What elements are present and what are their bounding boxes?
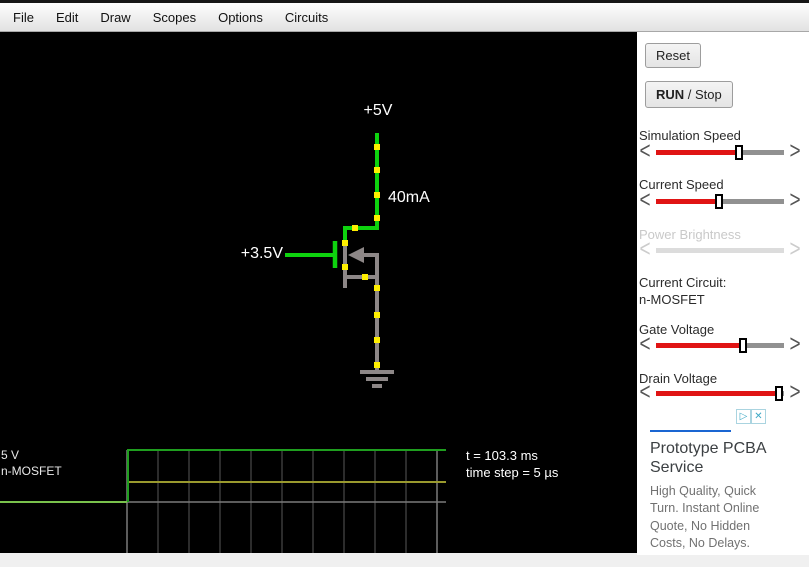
- menu-scopes[interactable]: Scopes: [153, 10, 196, 25]
- drain-supply-wire[interactable]: [343, 133, 379, 241]
- current-speed-slider[interactable]: < >: [637, 189, 803, 213]
- stop-label: / Stop: [684, 87, 722, 102]
- ad-divider: [650, 430, 731, 432]
- slider-left-arrow-icon[interactable]: <: [637, 333, 653, 357]
- slider-fill: [656, 390, 781, 396]
- circuit-simulator-app: File Edit Draw Scopes Options Circuits +…: [0, 0, 809, 567]
- scope-element-label: n-MOSFET: [1, 464, 62, 478]
- slider-track[interactable]: [656, 337, 784, 353]
- slider-thumb[interactable]: [739, 337, 748, 353]
- slider-thumb[interactable]: [775, 385, 784, 401]
- slider-track[interactable]: [656, 144, 784, 160]
- power-brightness-label: Power Brightness: [639, 227, 741, 242]
- slider-right-arrow-icon: >: [789, 236, 801, 263]
- adchoices-icon[interactable]: ▷: [736, 409, 751, 424]
- slider-fill: [656, 198, 720, 204]
- slider-track[interactable]: [656, 385, 784, 401]
- menu-file[interactable]: File: [13, 10, 34, 25]
- gate-wire[interactable]: [285, 241, 338, 268]
- slider-left-arrow-icon[interactable]: <: [637, 381, 653, 405]
- run-label: RUN: [656, 87, 685, 102]
- current-circuit-name: n-MOSFET: [639, 292, 705, 307]
- ad-body[interactable]: High Quality, Quick Turn. Instant Online…: [650, 483, 770, 553]
- menu-edit[interactable]: Edit: [56, 10, 78, 25]
- gate-voltage-label[interactable]: +3.5V: [230, 245, 283, 263]
- slider-thumb[interactable]: [735, 144, 744, 160]
- slider-fill: [656, 342, 745, 348]
- slider-left-arrow-icon: <: [639, 236, 651, 263]
- current-value-label: 40mA: [388, 189, 430, 206]
- simulation-speed-slider[interactable]: < >: [637, 140, 803, 164]
- ad-title[interactable]: Prototype PCBA Service: [650, 439, 770, 477]
- slider-fill: [656, 149, 741, 155]
- ad-controls: ▷ ✕: [736, 409, 766, 424]
- scope-grid: [126, 450, 446, 553]
- current-circuit-caption: Current Circuit:: [639, 275, 727, 290]
- slider-left-arrow-icon[interactable]: <: [637, 140, 653, 164]
- slider-right-arrow-icon[interactable]: >: [787, 189, 803, 213]
- scope-scale-label: 5 V: [1, 448, 20, 462]
- slider-left-arrow-icon[interactable]: <: [637, 189, 653, 213]
- control-sidebar: Reset RUN / Stop Simulation Speed < > Cu…: [637, 32, 809, 555]
- slider-track[interactable]: [656, 193, 784, 209]
- power-brightness-slider: < >: [637, 236, 803, 263]
- slider-track: [656, 247, 784, 253]
- mosfet-arrow-icon: [348, 247, 364, 263]
- menu-bar: File Edit Draw Scopes Options Circuits: [0, 3, 809, 32]
- ad-close-icon[interactable]: ✕: [751, 409, 766, 424]
- slider-right-arrow-icon[interactable]: >: [787, 381, 803, 405]
- supply-voltage-label[interactable]: +5V: [350, 102, 406, 120]
- slider-right-arrow-icon[interactable]: >: [787, 140, 803, 164]
- circuit-canvas[interactable]: +5V 40mA +3.5V 5 V n-MOSFET t = 103.3 ms…: [0, 32, 637, 553]
- ground-icon[interactable]: [360, 370, 394, 388]
- simulation-speed-label: Simulation Speed: [639, 128, 741, 143]
- scope-traces[interactable]: [0, 449, 446, 503]
- gate-voltage-slider[interactable]: < >: [637, 333, 803, 357]
- drain-voltage-slider[interactable]: < >: [637, 381, 803, 405]
- run-stop-button[interactable]: RUN / Stop: [645, 81, 733, 108]
- reset-button[interactable]: Reset: [645, 43, 701, 68]
- mosfet-body[interactable]: [343, 240, 379, 288]
- scope-timestep-label: time step = 5 µs: [466, 465, 559, 480]
- menu-options[interactable]: Options: [218, 10, 263, 25]
- slider-right-arrow-icon[interactable]: >: [787, 333, 803, 357]
- scope-time-label: t = 103.3 ms: [466, 448, 538, 463]
- menu-circuits[interactable]: Circuits: [285, 10, 328, 25]
- menu-draw[interactable]: Draw: [100, 10, 130, 25]
- slider-thumb[interactable]: [715, 193, 723, 209]
